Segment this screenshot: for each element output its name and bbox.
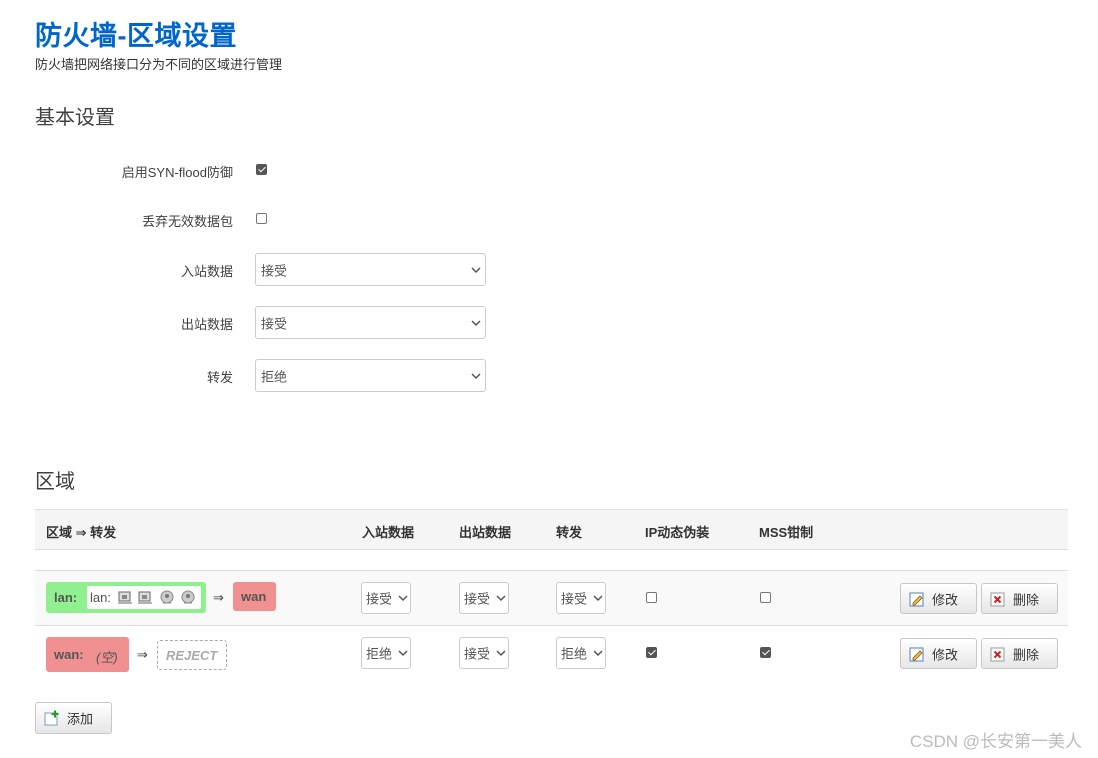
zone-forward-select[interactable]: 拒绝 [556, 637, 606, 669]
chevron-down-icon [496, 593, 506, 603]
edit-label: 修改 [932, 592, 959, 607]
drop-invalid-checkbox[interactable] [256, 213, 267, 224]
delete-icon [990, 591, 1006, 610]
chevron-down-icon [398, 593, 408, 603]
forward-policy-value: 拒绝 [261, 369, 288, 384]
masq-checkbox[interactable] [646, 592, 657, 603]
interface-label: lan: [90, 590, 111, 605]
zone-forward-value: 接受 [561, 591, 588, 607]
col-input: 入站数据 [362, 525, 415, 540]
output-policy-label: 出站数据 [180, 317, 233, 332]
chevron-down-icon [593, 593, 603, 603]
forward-target-wan: wan [233, 582, 276, 611]
chevron-down-icon [471, 318, 481, 328]
mss-checkbox[interactable] [760, 647, 771, 658]
forward-policy-select[interactable]: 拒绝 [255, 359, 486, 392]
zone-input-value: 接受 [366, 591, 393, 607]
add-zone-button[interactable]: 添加 [35, 702, 112, 734]
delete-button[interactable]: 删除 [981, 638, 1058, 669]
edit-icon [909, 646, 925, 665]
zone-forward-value: 拒绝 [561, 646, 588, 662]
zone-forward-select[interactable]: 接受 [556, 582, 606, 614]
col-mss: MSS钳制 [759, 525, 814, 540]
forward-policy-label: 转发 [206, 370, 233, 385]
zone-input-select[interactable]: 接受 [361, 582, 411, 614]
zone-input-select[interactable]: 拒绝 [361, 637, 411, 669]
edit-button[interactable]: 修改 [900, 583, 977, 614]
chevron-down-icon [398, 648, 408, 658]
zone-input-value: 拒绝 [366, 646, 393, 662]
col-masq: IP动态伪装 [645, 525, 710, 540]
wifi-icon [180, 589, 196, 608]
drop-invalid-label: 丢弃无效数据包 [141, 214, 233, 229]
zone-name: wan: [54, 647, 84, 662]
page-title: 防火墙-区域设置 [35, 21, 237, 51]
forward-arrow: ⇒ [137, 647, 148, 662]
add-label: 添加 [67, 711, 94, 727]
output-policy-value: 接受 [261, 316, 288, 331]
delete-label: 删除 [1013, 647, 1040, 662]
zone-output-value: 接受 [464, 591, 491, 607]
zone-output-value: 接受 [464, 646, 491, 662]
zone-output-select[interactable]: 接受 [459, 637, 509, 669]
page-description: 防火墙把网络接口分为不同的区域进行管理 [35, 57, 283, 72]
delete-label: 删除 [1013, 592, 1040, 607]
input-policy-label: 入站数据 [180, 264, 233, 279]
network-port-icon [117, 589, 133, 608]
forward-target-reject: REJECT [157, 640, 227, 670]
syn-flood-label: 启用SYN-flood防御 [121, 165, 233, 180]
delete-icon [990, 646, 1006, 665]
col-output: 出站数据 [459, 525, 512, 540]
zone-badge-lan: lan: lan: [46, 582, 206, 613]
zones-section-title: 区域 [35, 471, 75, 493]
zones-table-header [35, 509, 1068, 550]
input-policy-select[interactable]: 接受 [255, 253, 486, 286]
col-zone-forward: 区域 ⇒ 转发 [46, 525, 117, 540]
forward-target-label: wan [241, 589, 267, 604]
zone-name: lan: [54, 590, 78, 605]
chevron-down-icon [471, 371, 481, 381]
interface-box: lan: [87, 586, 201, 609]
forward-arrow: ⇒ [213, 590, 224, 605]
mss-checkbox[interactable] [760, 592, 771, 603]
watermark: CSDN @长安第一美人 [909, 732, 1082, 751]
syn-flood-checkbox[interactable] [256, 164, 267, 175]
col-forward: 转发 [556, 525, 583, 540]
edit-label: 修改 [932, 647, 959, 662]
zone-empty-label: (空) [96, 650, 118, 665]
zone-badge-wan: wan: (空) [46, 637, 129, 672]
network-port-icon [137, 589, 153, 608]
output-policy-select[interactable]: 接受 [255, 306, 486, 339]
forward-target-label: REJECT [166, 648, 218, 663]
chevron-down-icon [471, 265, 481, 275]
edit-icon [909, 591, 925, 610]
masq-checkbox[interactable] [646, 647, 657, 658]
add-icon [44, 710, 60, 729]
chevron-down-icon [496, 648, 506, 658]
basic-section-title: 基本设置 [35, 107, 115, 129]
chevron-down-icon [593, 648, 603, 658]
edit-button[interactable]: 修改 [900, 638, 977, 669]
input-policy-value: 接受 [261, 263, 288, 278]
delete-button[interactable]: 删除 [981, 583, 1058, 614]
zone-output-select[interactable]: 接受 [459, 582, 509, 614]
wifi-icon [159, 589, 175, 608]
